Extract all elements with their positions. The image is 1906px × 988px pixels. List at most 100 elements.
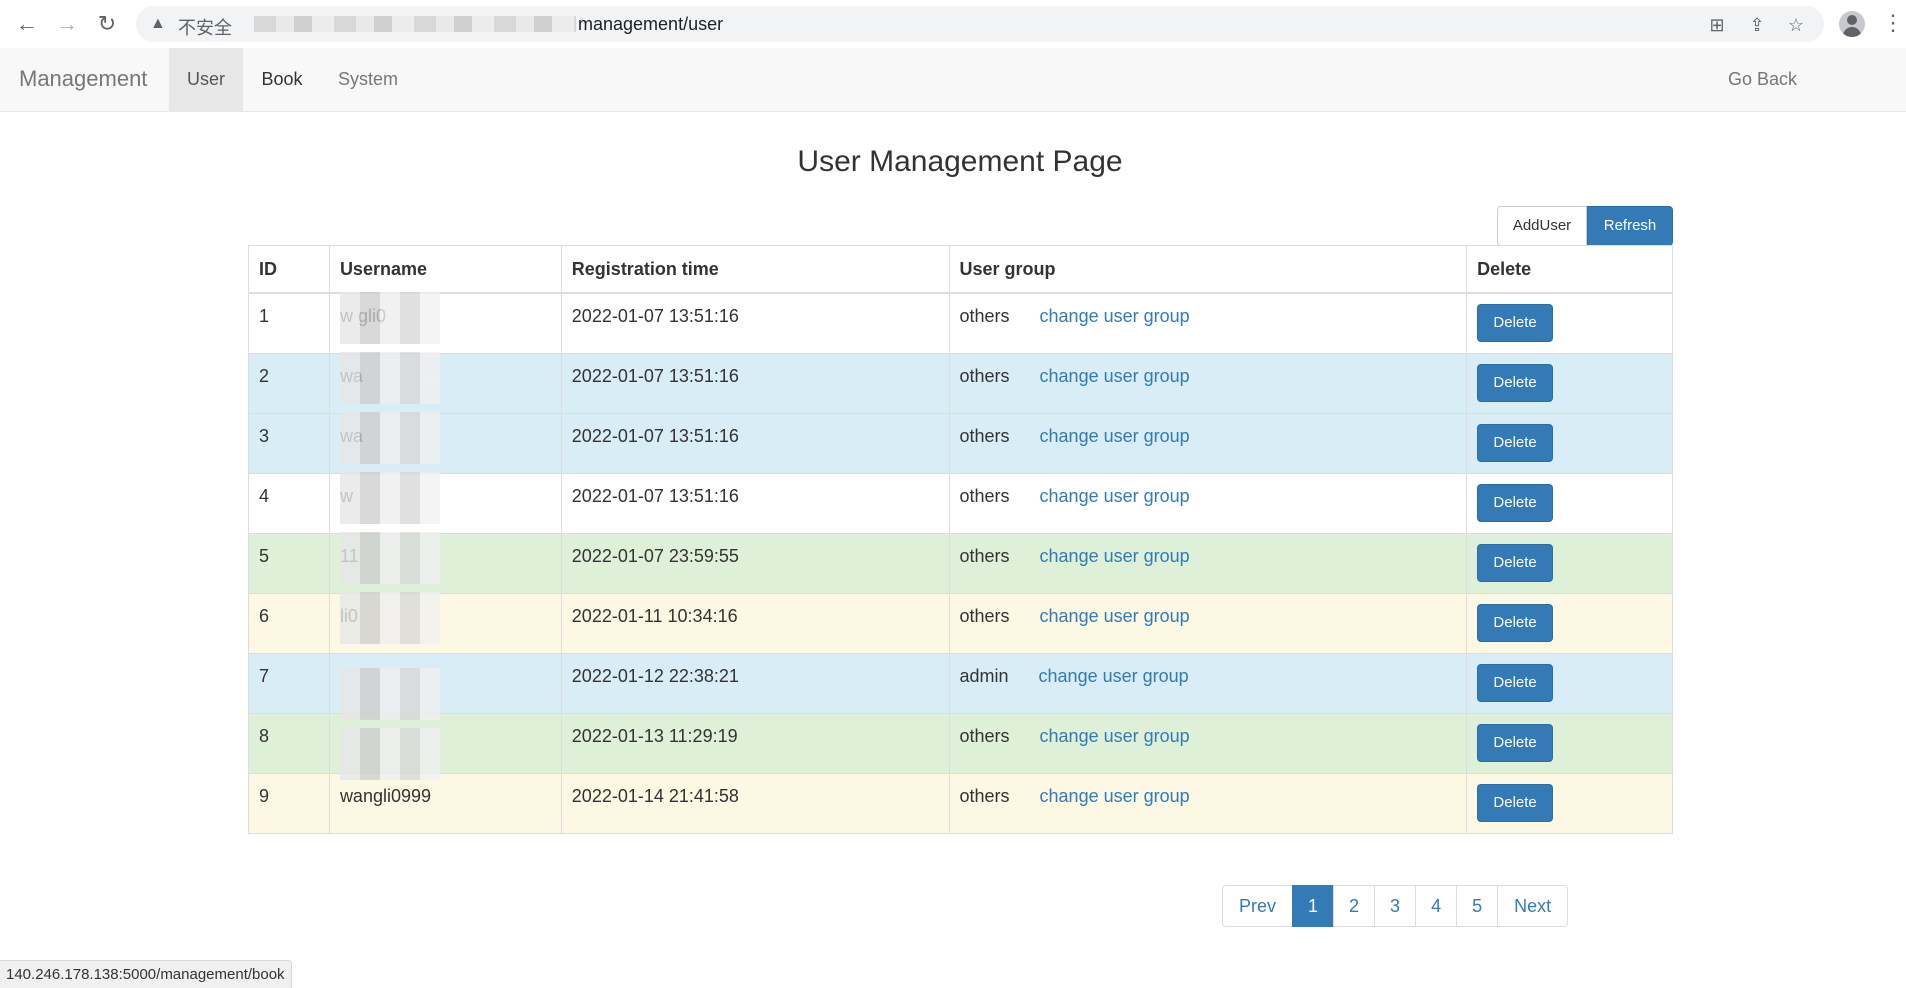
cell-delete: Delete: [1466, 352, 1673, 414]
pagination-page-4[interactable]: 4: [1415, 885, 1458, 927]
cell-user-group: others change user group: [948, 472, 1468, 534]
warning-icon: ▲: [150, 15, 166, 32]
pagination-page-3[interactable]: 3: [1374, 885, 1417, 927]
table-row: 9 wangli0999 2022-01-14 21:41:58 others chan…: [248, 772, 1673, 834]
pagination-page-1[interactable]: 1: [1292, 885, 1335, 927]
registration-time: 2022-01-07 13:51:16: [571, 425, 739, 446]
cell-id: 9: [248, 772, 330, 834]
cell-delete: Delete: [1466, 712, 1673, 774]
bookmark-star-icon[interactable]: ☆: [1785, 14, 1807, 36]
pagination-page-2[interactable]: 2: [1333, 885, 1376, 927]
user-id: 3: [259, 425, 270, 446]
cell-id: 4: [248, 472, 330, 534]
delete-button[interactable]: Delete: [1477, 304, 1554, 342]
pagination-next[interactable]: Next: [1497, 885, 1569, 927]
registration-time: 2022-01-11 10:34:16: [571, 605, 738, 626]
cell-registration-time: 2022-01-13 11:29:19: [560, 712, 950, 774]
cell-id: 1: [248, 292, 330, 354]
cell-delete: Delete: [1466, 412, 1673, 474]
cell-registration-time: 2022-01-07 13:51:16: [560, 412, 950, 474]
cell-username: w gli0: [328, 292, 562, 354]
change-user-group-link[interactable]: change user group: [1040, 426, 1190, 446]
delete-button[interactable]: Delete: [1477, 543, 1554, 582]
change-user-group-link[interactable]: change user group: [1040, 786, 1190, 806]
nav-item-book[interactable]: Book: [243, 48, 321, 111]
cell-user-group: others change user group: [948, 772, 1468, 834]
brand-title[interactable]: Management: [19, 66, 147, 92]
cell-username: li0: [328, 591, 562, 654]
nav-item-system[interactable]: System: [321, 48, 415, 111]
reload-icon[interactable]: ↻: [93, 10, 121, 38]
delete-button[interactable]: Delete: [1477, 603, 1554, 642]
header-id: ID: [248, 245, 330, 294]
cell-user-group: admin change user group: [948, 652, 1468, 714]
translate-icon[interactable]: ⊞: [1706, 14, 1728, 36]
cell-registration-time: 2022-01-07 13:51:16: [560, 292, 950, 354]
username: wangli0999: [339, 785, 432, 806]
table-row: 3 wa 2022-01-07 13:51:16 others change user …: [248, 411, 1673, 474]
pagination-prev[interactable]: Prev: [1222, 885, 1294, 927]
user-group: others: [959, 485, 1010, 506]
registration-time: 2022-01-13 11:29:19: [571, 725, 738, 746]
change-user-group-link[interactable]: change user group: [1040, 366, 1190, 386]
cell-delete: Delete: [1466, 592, 1673, 654]
cell-registration-time: 2022-01-07 13:51:16: [560, 472, 950, 534]
table-row: 6 li0 2022-01-11 10:34:16 others change user…: [248, 591, 1673, 654]
pagination: Prev 1 2 3 4 5 Next: [1222, 885, 1569, 927]
registration-time: 2022-01-12 22:38:21: [571, 665, 739, 686]
cell-user-group: others change user group: [948, 412, 1468, 474]
user-group: others: [959, 725, 1010, 746]
table-row: 7 2022-01-12 22:38:21 admin change user gro…: [248, 652, 1673, 720]
cell-id: 3: [248, 412, 330, 474]
add-user-button[interactable]: AddUser: [1497, 206, 1587, 246]
user-id: 1: [259, 306, 270, 326]
table-row: 2 wa 2022-01-07 13:51:16 others change user …: [248, 351, 1673, 414]
redaction-blur: [339, 667, 440, 720]
cell-registration-time: 2022-01-07 13:51:16: [560, 352, 950, 414]
delete-button[interactable]: Delete: [1477, 723, 1554, 762]
change-user-group-link[interactable]: change user group: [1040, 606, 1190, 626]
change-user-group-link[interactable]: change user group: [1040, 726, 1190, 746]
user-id: 8: [259, 725, 270, 746]
registration-time: 2022-01-07 13:51:16: [571, 485, 739, 506]
user-id: 2: [259, 365, 270, 386]
delete-button[interactable]: Delete: [1477, 423, 1554, 462]
cell-registration-time: 2022-01-07 23:59:55: [560, 532, 950, 594]
cell-user-group: others change user group: [948, 592, 1468, 654]
change-user-group-link[interactable]: change user group: [1040, 486, 1190, 506]
cell-username: w: [328, 471, 562, 534]
redaction-blur: [339, 727, 440, 780]
delete-button[interactable]: Delete: [1477, 783, 1554, 822]
profile-avatar-icon[interactable]: [1839, 11, 1865, 37]
cell-delete: Delete: [1466, 292, 1673, 354]
share-icon[interactable]: ⇪: [1746, 14, 1768, 36]
user-group: admin: [959, 665, 1009, 686]
cell-id: 5: [248, 532, 330, 594]
change-user-group-link[interactable]: change user group: [1040, 546, 1190, 566]
redaction-blur: [339, 292, 440, 344]
user-id: 5: [259, 545, 270, 566]
browser-menu-icon[interactable]: ⋮: [1882, 10, 1904, 36]
user-group: others: [959, 605, 1010, 626]
delete-button[interactable]: Delete: [1477, 483, 1554, 522]
delete-button[interactable]: Delete: [1477, 363, 1554, 402]
registration-time: 2022-01-07 13:51:16: [571, 306, 739, 326]
cell-id: 7: [248, 652, 330, 714]
address-bar[interactable]: ▲ 不安全 management/user ⊞ ⇪ ☆: [136, 6, 1824, 42]
nav-item-user[interactable]: User: [169, 48, 243, 111]
change-user-group-link[interactable]: change user group: [1040, 306, 1190, 326]
delete-button[interactable]: Delete: [1477, 663, 1554, 702]
user-group: others: [959, 365, 1010, 386]
pagination-page-5[interactable]: 5: [1456, 885, 1499, 927]
page-title: User Management Page: [797, 145, 1123, 178]
header-registration-time: Registration time: [560, 245, 950, 294]
user-table: ID Username Registration time User group…: [248, 245, 1673, 834]
cell-id: 8: [248, 712, 330, 774]
go-back-link[interactable]: Go Back: [1728, 48, 1797, 111]
insecure-label: 不安全: [178, 18, 232, 38]
back-arrow-icon[interactable]: ←: [13, 10, 41, 38]
refresh-button[interactable]: Refresh: [1587, 206, 1673, 246]
redaction-blur: [339, 591, 440, 644]
forward-arrow-icon[interactable]: →: [53, 10, 81, 38]
change-user-group-link[interactable]: change user group: [1039, 666, 1189, 686]
